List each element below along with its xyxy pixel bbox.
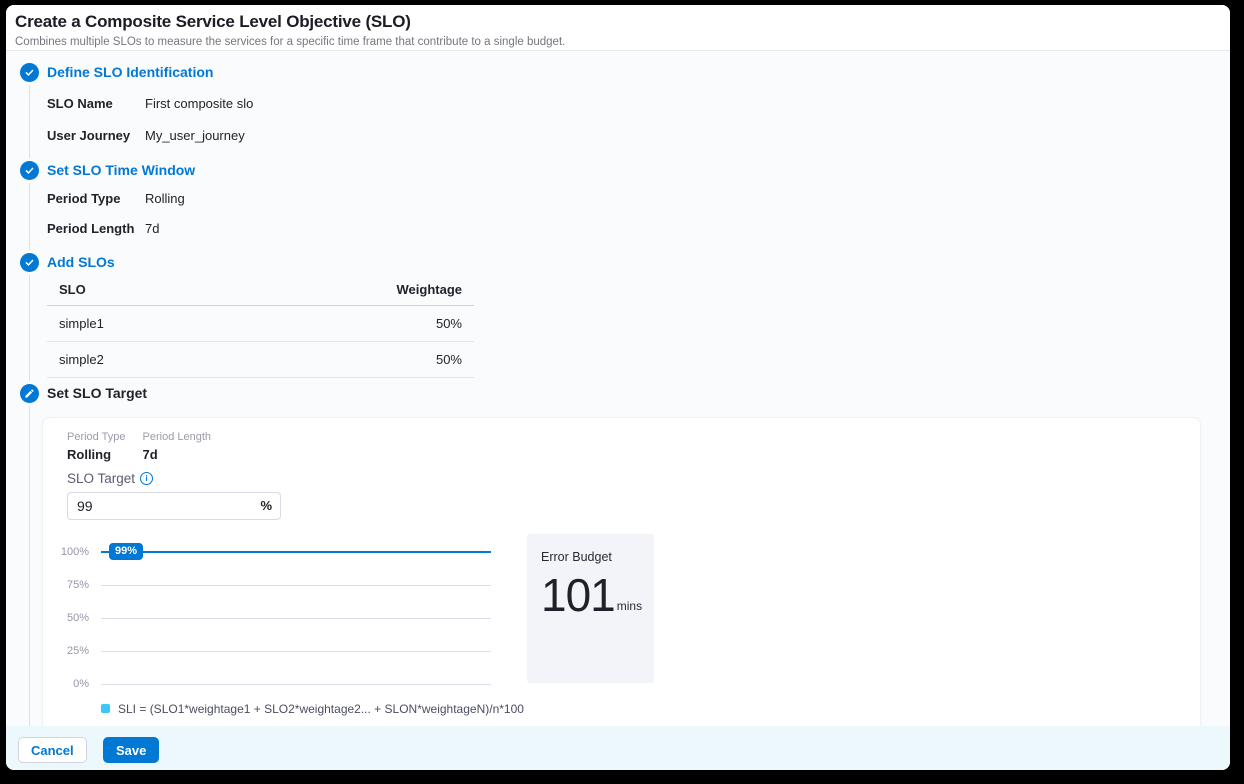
period-length-value: 7d — [143, 447, 212, 462]
gridline-0 — [101, 684, 491, 685]
slo-target-input[interactable] — [67, 492, 281, 520]
page-subtitle: Combines multiple SLOs to measure the se… — [15, 36, 1220, 48]
table-header-row: SLO Weightage — [47, 277, 474, 306]
y-tick-0: 0% — [43, 677, 89, 691]
period-length-label: Period Length — [143, 431, 212, 443]
step-title-define-slo-identification[interactable]: Define SLO Identification — [47, 63, 213, 82]
page-title: Create a Composite Service Level Objecti… — [15, 12, 1220, 32]
period-length-value: 7d — [145, 221, 159, 237]
gridline-25 — [101, 651, 491, 652]
period-type-summary: Period Type Rolling — [67, 431, 126, 462]
step-title-set-slo-target[interactable]: Set SLO Target — [47, 384, 147, 403]
info-icon[interactable]: i — [140, 472, 153, 485]
legend-swatch-icon — [101, 704, 110, 713]
legend-text: SLI = (SLO1*weightage1 + SLO2*weightage2… — [118, 702, 524, 716]
dialog-footer: Cancel Save — [6, 726, 1230, 770]
period-type-label: Period Type — [67, 431, 126, 443]
slo-cell: simple2 — [59, 352, 104, 367]
period-summary: Period Type Rolling Period Length 7d — [67, 431, 211, 462]
slo-target-label-text: SLO Target — [67, 471, 135, 486]
weightage-cell: 50% — [436, 316, 462, 331]
table-row: simple2 50% — [47, 342, 474, 378]
set-slo-target-panel: Period Type Rolling Period Length 7d SLO… — [42, 417, 1201, 726]
step-title-set-slo-time-window[interactable]: Set SLO Time Window — [47, 161, 195, 180]
y-tick-50: 50% — [43, 611, 89, 625]
period-type-value: Rolling — [145, 191, 185, 207]
added-slos-table: SLO Weightage simple1 50% simple2 50% — [47, 277, 474, 378]
slo-target-slider-track[interactable] — [101, 551, 491, 553]
percent-suffix: % — [260, 498, 272, 513]
weightage-cell: 50% — [436, 352, 462, 367]
dialog-header: Create a Composite Service Level Objecti… — [6, 5, 1230, 51]
error-budget-unit: mins — [617, 599, 642, 613]
cancel-button[interactable]: Cancel — [18, 737, 87, 763]
table-row: simple1 50% — [47, 306, 474, 342]
y-tick-100: 100% — [43, 545, 89, 559]
step-title-add-slos[interactable]: Add SLOs — [47, 253, 115, 272]
period-length-label: Period Length — [47, 221, 139, 237]
error-budget-value: 101 — [541, 572, 615, 618]
step-current-edit-pencil-icon — [20, 384, 39, 403]
step-complete-check-icon — [20, 63, 39, 82]
wizard-content: Define SLO Identification SLO Name First… — [6, 51, 1230, 726]
gridline-75 — [101, 585, 491, 586]
period-length-summary: Period Length 7d — [143, 431, 212, 462]
user-journey-value: My_user_journey — [145, 128, 245, 144]
slo-name-label: SLO Name — [47, 96, 139, 112]
error-budget-value-row: 101 mins — [541, 572, 640, 618]
sli-formula-legend: SLI = (SLO1*weightage1 + SLO2*weightage2… — [101, 702, 524, 716]
slo-cell: simple1 — [59, 316, 104, 331]
y-tick-25: 25% — [43, 644, 89, 658]
y-tick-75: 75% — [43, 578, 89, 592]
step-complete-check-icon — [20, 161, 39, 180]
slo-target-slider-handle[interactable]: 99% — [109, 543, 143, 560]
error-budget-card: Error Budget 101 mins — [527, 534, 654, 683]
slo-target-field-label: SLO Target i — [67, 471, 153, 486]
error-budget-label: Error Budget — [541, 550, 640, 564]
step-complete-check-icon — [20, 253, 39, 272]
period-type-label: Period Type — [47, 191, 139, 207]
slo-name-value: First composite slo — [145, 96, 253, 112]
user-journey-label: User Journey — [47, 128, 139, 144]
period-type-value: Rolling — [67, 447, 126, 462]
column-header-slo: SLO — [59, 282, 86, 297]
create-composite-slo-dialog: Create a Composite Service Level Objecti… — [6, 5, 1230, 770]
column-header-weightage: Weightage — [397, 282, 463, 297]
gridline-50 — [101, 618, 491, 619]
slo-target-input-wrap: % — [67, 492, 281, 520]
save-button[interactable]: Save — [103, 737, 159, 763]
